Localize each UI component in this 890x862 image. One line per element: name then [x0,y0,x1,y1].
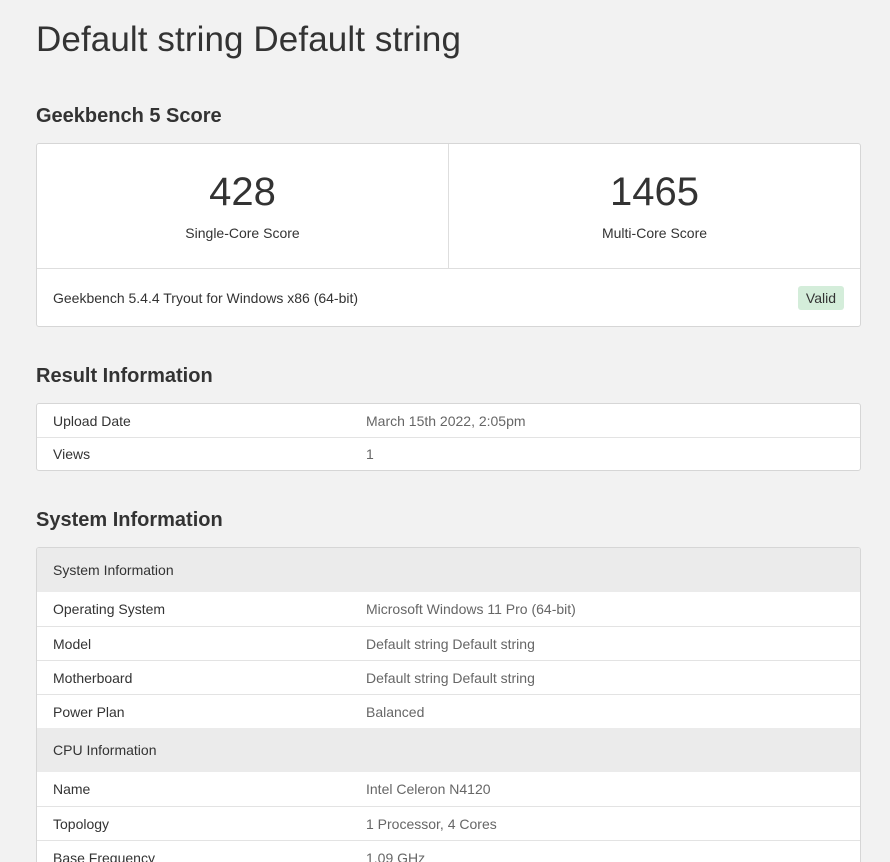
group-header: System Information [37,548,860,592]
row-key: Name [53,781,91,797]
row-value: 1 [366,446,374,462]
table-row: Views 1 [37,437,860,470]
group-header-label: CPU Information [53,742,157,758]
row-value: Balanced [366,703,425,720]
row-key: Upload Date [53,412,131,429]
single-core-score: 428 [209,170,276,214]
table-row: Upload Date March 15th 2022, 2:05pm [37,404,860,437]
row-value: March 15th 2022, 2:05pm [366,412,526,429]
result-section-title: Result Information [36,365,213,387]
row-value: 1 Processor, 4 Cores [366,815,497,832]
row-value: 1.09 GHz [366,849,426,862]
single-core-cell: 428 Single-Core Score [37,144,448,268]
single-core-label: Single-Core Score [185,225,300,241]
table-row: Name Intel Celeron N4120 [37,772,860,806]
status-badge: Valid [797,285,844,310]
multi-core-score: 1465 [610,170,699,214]
row-key: Topology [53,815,110,832]
row-value: Default string Default string [366,669,535,686]
system-section-title: System Information [36,509,223,531]
row-key: Power Plan [53,703,125,720]
group-header: CPU Information [37,728,860,772]
row-key: Base Frequency [53,849,155,862]
row-value: Intel Celeron N4120 [366,781,491,797]
table-row: Motherboard Default string Default strin… [37,660,860,694]
table-row: Base Frequency 1.09 GHz [37,840,860,862]
row-key: Operating System [53,601,166,617]
table-row: Model Default string Default string [37,626,860,660]
row-key: Motherboard [53,669,133,686]
row-value: Microsoft Windows 11 Pro (64-bit) [366,601,576,617]
result-info-table: Upload Date March 15th 2022, 2:05pm View… [36,403,861,471]
system-info-table: System Information Operating System Micr… [36,547,861,862]
score-card: 428 Single-Core Score 1465 Multi-Core Sc… [36,143,861,327]
score-section-title: Geekbench 5 Score [36,105,222,127]
row-value: Default string Default string [366,635,535,652]
page-title: Default string Default string [36,20,462,59]
table-row: Power Plan Balanced [37,694,860,728]
multi-core-cell: 1465 Multi-Core Score [448,144,860,268]
multi-core-label: Multi-Core Score [601,225,708,241]
score-footer: Geekbench 5.4.4 Tryout for Windows x86 (… [37,269,860,326]
table-row: Operating System Microsoft Windows 11 Pr… [37,592,860,626]
row-key: Views [53,446,91,462]
row-key: Model [53,635,92,652]
score-row: 428 Single-Core Score 1465 Multi-Core Sc… [37,144,860,269]
group-header-label: System Information [53,562,174,578]
geekbench-version: Geekbench 5.4.4 Tryout for Windows x86 (… [53,289,359,306]
table-row: Topology 1 Processor, 4 Cores [37,806,860,840]
